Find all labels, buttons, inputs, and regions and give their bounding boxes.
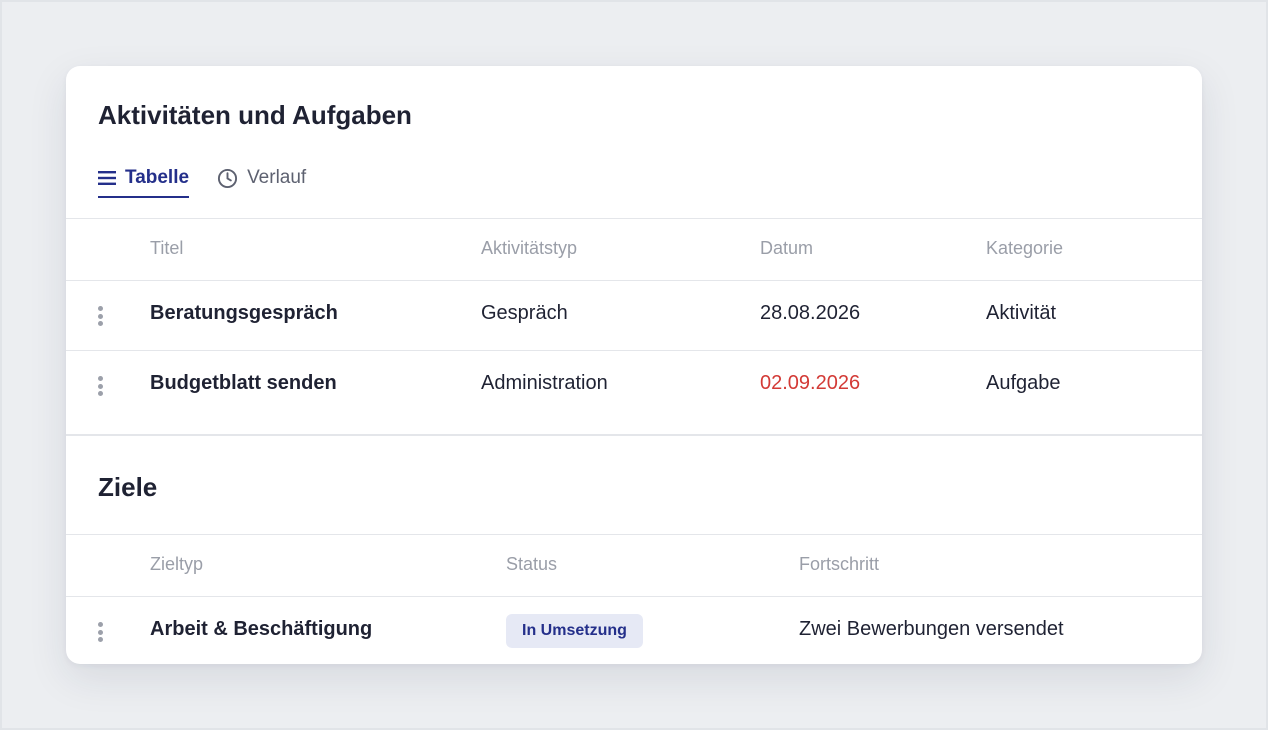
activities-title: Aktivitäten und Aufgaben xyxy=(98,100,412,130)
list-icon xyxy=(98,170,116,186)
table-cell-goal-type[interactable]: Arbeit & Beschäftigung xyxy=(150,618,372,641)
activities-card: Aktivitäten und Aufgaben Tabelle Verlauf xyxy=(66,66,1202,664)
view-tabs: Tabelle Verlauf xyxy=(98,158,334,198)
section-divider xyxy=(66,434,1202,436)
column-header-progress[interactable]: Fortschritt xyxy=(799,554,879,575)
column-header-type[interactable]: Aktivitätstyp xyxy=(481,238,577,259)
tab-table[interactable]: Tabelle xyxy=(98,158,190,198)
goals-title: Ziele xyxy=(98,472,158,502)
tab-history[interactable]: Verlauf xyxy=(217,158,306,198)
table-cell-type: Gespräch xyxy=(481,302,568,324)
divider xyxy=(66,280,1202,281)
row-menu-icon[interactable] xyxy=(96,376,104,396)
table-cell-progress: Zwei Bewerbungen versendet xyxy=(799,618,1064,640)
divider xyxy=(66,596,1202,597)
table-cell-date: 28.08.2026 xyxy=(760,302,861,324)
column-header-date[interactable]: Datum xyxy=(760,238,813,259)
tab-table-label: Tabelle xyxy=(125,167,190,188)
clock-icon xyxy=(217,168,238,189)
table-cell-type: Administration xyxy=(481,372,608,394)
table-cell-date-overdue: 02.09.2026 xyxy=(760,372,861,394)
row-menu-icon[interactable] xyxy=(96,622,104,642)
table-cell-title[interactable]: Beratungsgespräch xyxy=(150,302,338,325)
status-badge: In Umsetzung xyxy=(506,614,643,648)
column-header-goal-type[interactable]: Zieltyp xyxy=(150,554,203,575)
table-cell-title[interactable]: Budgetblatt senden xyxy=(150,372,337,395)
column-header-status[interactable]: Status xyxy=(506,554,557,575)
divider xyxy=(66,218,1202,219)
table-cell-category: Aktivität xyxy=(986,302,1057,324)
row-menu-icon[interactable] xyxy=(96,306,104,326)
table-cell-category: Aufgabe xyxy=(986,372,1061,394)
column-header-category[interactable]: Kategorie xyxy=(986,238,1063,259)
column-header-title[interactable]: Titel xyxy=(150,238,183,259)
divider xyxy=(66,534,1202,535)
divider xyxy=(66,350,1202,351)
tab-history-label: Verlauf xyxy=(247,167,307,188)
